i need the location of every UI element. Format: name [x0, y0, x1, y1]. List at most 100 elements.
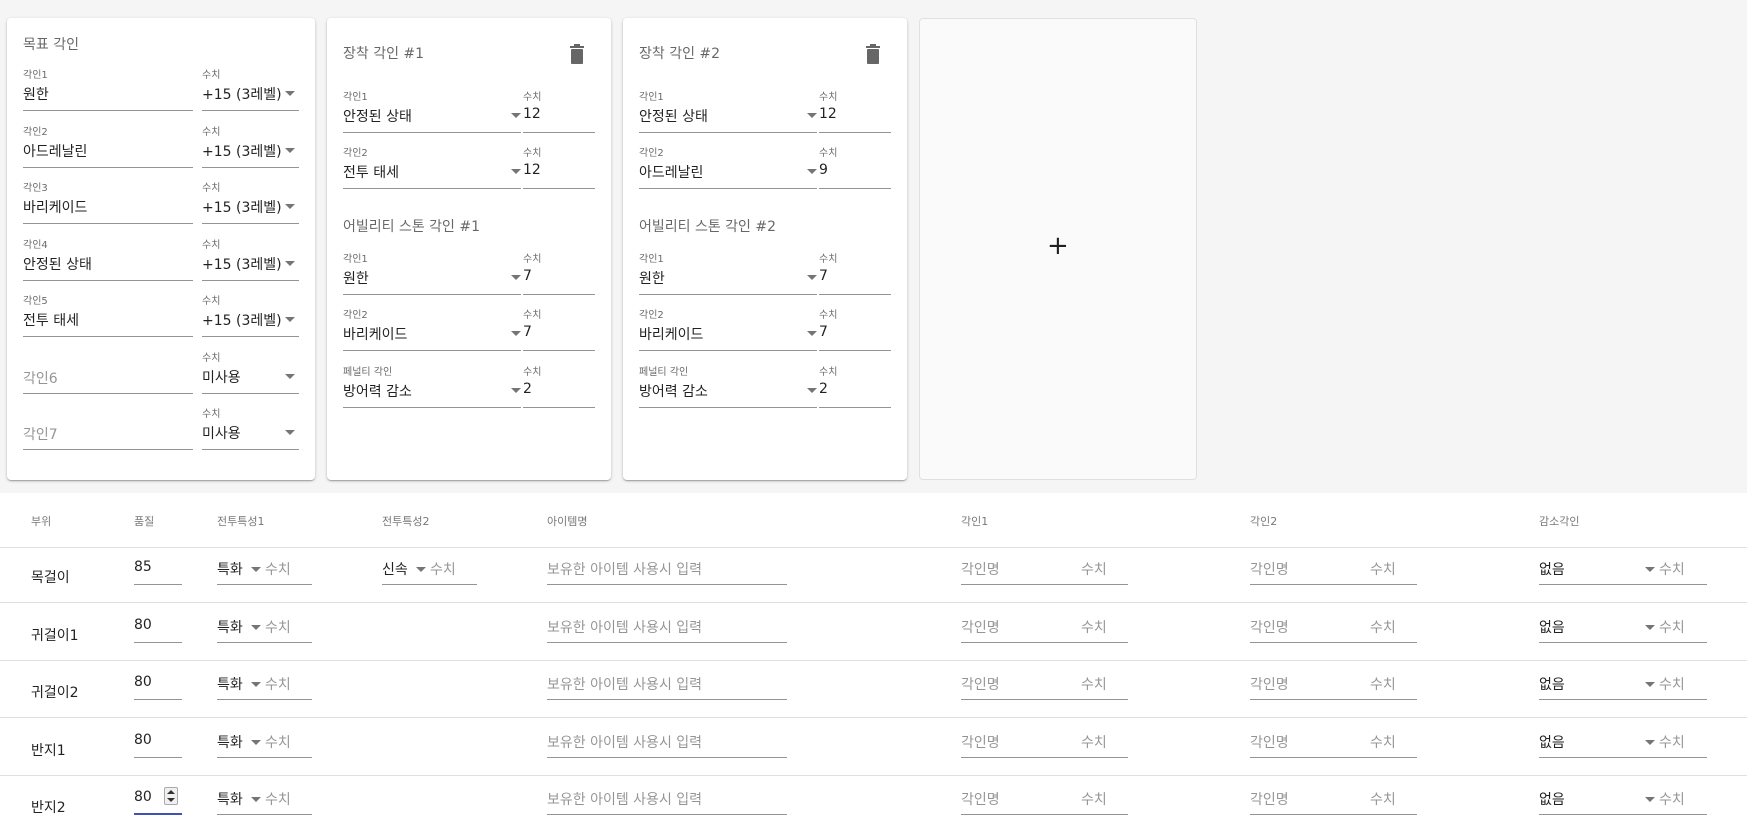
- equip-engraving-value-2[interactable]: 수치 12: [523, 144, 595, 189]
- chevron-down-icon: [285, 430, 295, 435]
- engraving-name: 방어력 감소: [343, 384, 412, 400]
- stat1-value-placeholder: 수치: [265, 677, 291, 693]
- item-name-input[interactable]: 보유한 아이템 사용시 입력: [547, 611, 787, 643]
- equip-engraving-select-1[interactable]: 각인1 안정된 상태: [343, 88, 521, 133]
- engraving-name: 원한: [639, 271, 665, 287]
- stone-engraving-value-2[interactable]: 수치 7: [819, 306, 891, 351]
- chevron-down-icon: [511, 169, 521, 174]
- add-engraving-card-button[interactable]: +: [919, 18, 1197, 480]
- engraving2-value-placeholder: 수치: [1370, 734, 1396, 751]
- chevron-down-icon: [285, 373, 295, 379]
- engraving2-input[interactable]: 각인명 수치: [1250, 611, 1417, 643]
- equip-engraving-card-1: 장착 각인 #1 어빌리티 스톤 각인 #1 각인1 안정된 상태 수치 12 각인2 전…: [327, 18, 611, 480]
- engraving1-input[interactable]: 각인명 수치: [961, 783, 1128, 815]
- chevron-down-icon: [416, 567, 426, 572]
- field-label: 수치: [819, 254, 838, 265]
- stat1-select[interactable]: 특화 수치: [217, 553, 312, 585]
- engraving2-input[interactable]: 각인명 수치: [1250, 553, 1417, 585]
- field-label: 각인1: [639, 254, 664, 265]
- equip-engraving-value-1[interactable]: 수치 12: [523, 88, 595, 133]
- stone-engraving-value-2[interactable]: 수치 7: [523, 306, 595, 351]
- penalty-select[interactable]: 없음 수치: [1539, 553, 1707, 585]
- delete-icon[interactable]: [569, 44, 585, 64]
- stone-section-title: 어빌리티 스톤 각인 #2: [639, 219, 777, 235]
- stone-engraving-select-3[interactable]: 페널티 각인 방어력 감소: [343, 363, 521, 408]
- engraving1-input[interactable]: 각인명 수치: [961, 553, 1128, 585]
- engraving1-value-placeholder: 수치: [1081, 562, 1107, 578]
- engraving-level-select-7[interactable]: 수치 미사용: [202, 405, 299, 450]
- engraving2-input[interactable]: 각인명 수치: [1250, 668, 1417, 700]
- header-part: 부위: [31, 515, 52, 528]
- stone-engraving-select-1[interactable]: 각인1 원한: [343, 250, 521, 295]
- chevron-down-icon: [1645, 739, 1655, 745]
- engraving-name: 안정된 상태: [343, 109, 412, 125]
- engraving-level-select-4[interactable]: 수치 +15 (3레벨): [202, 236, 299, 281]
- engraving1-input[interactable]: 각인명 수치: [961, 726, 1128, 758]
- equip-engraving-select-2[interactable]: 각인2 아드레날린: [639, 144, 817, 189]
- chevron-down-icon: [285, 91, 295, 96]
- item-name-input[interactable]: 보유한 아이템 사용시 입력: [547, 553, 787, 585]
- field-label: 각인2: [639, 310, 664, 321]
- penalty-value-placeholder: 수치: [1659, 562, 1685, 578]
- item-name-input[interactable]: 보유한 아이템 사용시 입력: [547, 726, 787, 758]
- equip-engraving-select-2[interactable]: 각인2 전투 태세: [343, 144, 521, 189]
- item-name-input[interactable]: 보유한 아이템 사용시 입력: [547, 668, 787, 700]
- penalty-select[interactable]: 없음 수치: [1539, 611, 1707, 643]
- equip-engraving-value-2[interactable]: 수치 9: [819, 144, 891, 189]
- stone-engraving-select-2[interactable]: 각인2 바리케이드: [343, 306, 521, 351]
- engraving-level-select-5[interactable]: 수치 +15 (3레벨): [202, 292, 299, 337]
- engraving2-input[interactable]: 각인명 수치: [1250, 783, 1417, 815]
- engraving2-value-placeholder: 수치: [1370, 562, 1396, 578]
- quality-input[interactable]: 80: [134, 668, 182, 700]
- engraving-level-select-6[interactable]: 수치 미사용: [202, 349, 299, 394]
- chevron-down-icon: [807, 113, 817, 118]
- stone-engraving-value-3[interactable]: 수치 2: [819, 363, 891, 408]
- quality-input[interactable]: 80: [134, 783, 182, 815]
- stone-engraving-select-3[interactable]: 페널티 각인 방어력 감소: [639, 363, 817, 408]
- stat2-select[interactable]: 신속 수치: [382, 553, 477, 585]
- engraving-select-7[interactable]: 각인7: [23, 405, 193, 450]
- quality-input[interactable]: 80: [134, 726, 182, 758]
- stone-engraving-value-1[interactable]: 수치 7: [523, 250, 595, 295]
- item-name-input[interactable]: 보유한 아이템 사용시 입력: [547, 783, 787, 815]
- engraving-level-select-2[interactable]: 수치 +15 (3레벨): [202, 123, 299, 168]
- engraving-name: 원한: [23, 87, 49, 103]
- stat1-select[interactable]: 특화 수치: [217, 726, 312, 758]
- stat1-select[interactable]: 특화 수치: [217, 668, 312, 700]
- engraving-select-3[interactable]: 각인3 바리케이드: [23, 179, 193, 224]
- engraving-level-select-3[interactable]: 수치 +15 (3레벨): [202, 179, 299, 224]
- engraving2-input[interactable]: 각인명 수치: [1250, 726, 1417, 758]
- field-label: 수치: [202, 239, 221, 251]
- penalty-select[interactable]: 없음 수치: [1539, 783, 1707, 815]
- engraving-value: 7: [523, 324, 532, 340]
- field-label: 수치: [202, 296, 221, 307]
- penalty-select[interactable]: 없음 수치: [1539, 726, 1707, 758]
- engraving2-value-placeholder: 수치: [1370, 619, 1396, 636]
- engraving-select-4[interactable]: 각인4 안정된 상태: [23, 236, 193, 281]
- equip-engraving-select-1[interactable]: 각인1 안정된 상태: [639, 88, 817, 133]
- stepper-down-icon: [167, 798, 175, 802]
- quality-input[interactable]: 80: [134, 611, 182, 643]
- stone-engraving-select-1[interactable]: 각인1 원한: [639, 250, 817, 295]
- stat1-select[interactable]: 특화 수치: [217, 611, 312, 643]
- engraving1-input[interactable]: 각인명 수치: [961, 611, 1128, 643]
- delete-icon[interactable]: [865, 44, 881, 64]
- engraving-select-6[interactable]: 각인6: [23, 349, 193, 394]
- engraving-select-2[interactable]: 각인2 아드레날린: [23, 123, 193, 168]
- engraving-select-1[interactable]: 각인1 원한: [23, 66, 193, 111]
- penalty-select[interactable]: 없음 수치: [1539, 668, 1707, 700]
- engraving-level-select-1[interactable]: 수치 +15 (3레벨): [202, 66, 299, 111]
- stone-engraving-value-1[interactable]: 수치 7: [819, 250, 891, 295]
- number-stepper-icon[interactable]: [164, 787, 178, 805]
- stat1-select[interactable]: 특화 수치: [217, 783, 312, 815]
- chevron-down-icon: [1645, 567, 1655, 572]
- equip-engraving-value-1[interactable]: 수치 12: [819, 88, 891, 133]
- engraving-select-5[interactable]: 각인5 전투 태세: [23, 292, 193, 337]
- stone-engraving-value-3[interactable]: 수치 2: [523, 363, 595, 408]
- engraving2-name-placeholder: 각인명: [1250, 677, 1289, 693]
- quality-input[interactable]: 85: [134, 553, 182, 585]
- field-label: 수치: [202, 409, 221, 420]
- engraving1-input[interactable]: 각인명 수치: [961, 668, 1128, 700]
- engraving2-name-placeholder: 각인명: [1250, 562, 1289, 578]
- stone-engraving-select-2[interactable]: 각인2 바리케이드: [639, 306, 817, 351]
